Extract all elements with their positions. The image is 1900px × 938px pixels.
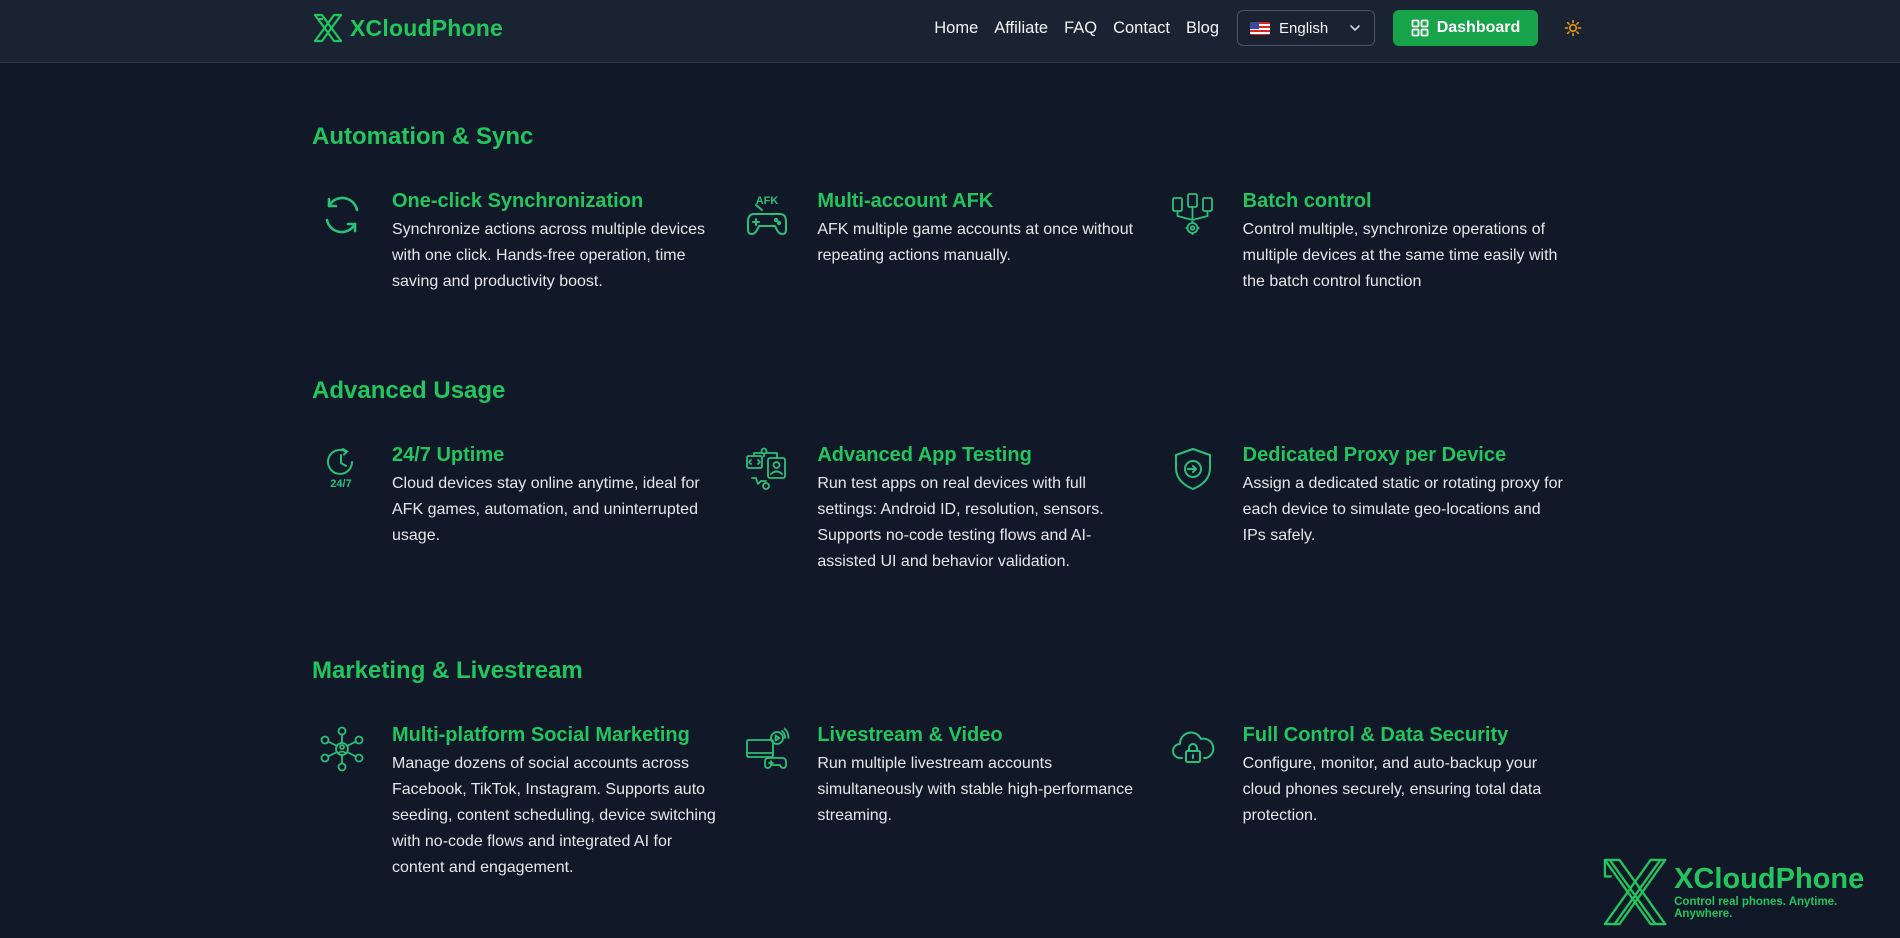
- brand-name: XCloudPhone: [350, 14, 503, 41]
- batch-devices-icon: [1171, 193, 1213, 235]
- dashboard-button[interactable]: Dashboard: [1393, 10, 1538, 46]
- feature-card: Full Control & Data Security Configure, …: [1163, 723, 1588, 881]
- theme-toggle[interactable]: [1562, 17, 1584, 39]
- feature-description: AFK multiple game accounts at once witho…: [817, 221, 1134, 264]
- nav-affiliate[interactable]: Affiliate: [994, 19, 1048, 38]
- features-grid-automation: One-click Synchronization Synchronize ac…: [312, 189, 1588, 295]
- feature-description: Synchronize actions across multiple devi…: [392, 221, 706, 290]
- feature-title: Full Control & Data Security: [1242, 724, 1509, 746]
- livestream-icon: [746, 727, 790, 769]
- feature-card: AFK Multi-account AFK AFK multiple game …: [737, 189, 1162, 295]
- feature-title: Dedicated Proxy per Device: [1242, 444, 1507, 466]
- dashboard-label: Dashboard: [1436, 19, 1521, 36]
- feature-title: 24/7 Uptime: [392, 444, 505, 466]
- svg-text:AFK: AFK: [756, 195, 779, 207]
- svg-text:24/7: 24/7: [330, 478, 351, 490]
- feature-title: Multi-platform Social Marketing: [392, 724, 690, 746]
- xcloudphone-large-logo-icon: [1603, 858, 1667, 926]
- main-nav: Home Affiliate FAQ Contact Blog English …: [934, 10, 1584, 46]
- floating-brand-tagline: Control real phones. Anytime. Anywhere.: [1674, 896, 1838, 920]
- nav-blog[interactable]: Blog: [1186, 19, 1219, 38]
- us-flag-icon: [1250, 21, 1270, 35]
- dashboard-grid-icon: [1411, 19, 1429, 37]
- proxy-shield-icon: [1174, 448, 1211, 490]
- feature-title: Batch control: [1242, 190, 1372, 212]
- app-testing-icon: [746, 447, 787, 490]
- feature-title: Livestream & Video: [817, 724, 1003, 746]
- nav-faq[interactable]: FAQ: [1064, 19, 1097, 38]
- xcloudphone-logo-icon: [313, 13, 343, 43]
- feature-card: Advanced App Testing Run test apps on re…: [737, 443, 1162, 575]
- floating-brand-logo: XCloudPhone Control real phones. Anytime…: [1602, 854, 1892, 930]
- feature-description: Assign a dedicated static or rotating pr…: [1242, 475, 1563, 544]
- chevron-down-icon: [1350, 25, 1360, 31]
- sun-icon: [1564, 19, 1582, 37]
- afk-gamepad-icon: AFK: [747, 195, 788, 235]
- top-navbar: XCloudPhone Home Affiliate FAQ Contact B…: [0, 0, 1900, 63]
- feature-description: Manage dozens of social accounts across …: [392, 755, 716, 876]
- nav-home[interactable]: Home: [934, 19, 978, 38]
- feature-description: Run test apps on real devices with full …: [817, 475, 1104, 570]
- sync-icon: [325, 196, 359, 234]
- features-grid-advanced: 24/7 24/7 Uptime Cloud devices stay onli…: [312, 443, 1588, 575]
- feature-description: Control multiple, synchronize operations…: [1242, 221, 1558, 290]
- feature-card: Livestream & Video Run multiple livestre…: [737, 723, 1162, 881]
- feature-description: Configure, monitor, and auto-backup your…: [1242, 755, 1542, 824]
- feature-description: Run multiple livestream accounts simulta…: [817, 755, 1134, 824]
- language-select[interactable]: English: [1237, 10, 1375, 46]
- uptime-clock-icon: 24/7: [327, 448, 353, 490]
- feature-description: Cloud devices stay online anytime, ideal…: [392, 475, 700, 544]
- social-network-icon: [320, 726, 364, 772]
- nav-contact[interactable]: Contact: [1113, 19, 1170, 38]
- cloud-lock-icon: [1171, 731, 1214, 763]
- feature-card: Batch control Control multiple, synchron…: [1163, 189, 1588, 295]
- features-grid-marketing: Multi-platform Social Marketing Manage d…: [312, 723, 1588, 881]
- feature-card: Dedicated Proxy per Device Assign a dedi…: [1163, 443, 1588, 575]
- brand-logo-link[interactable]: XCloudPhone: [312, 12, 503, 44]
- feature-card: Multi-platform Social Marketing Manage d…: [312, 723, 737, 881]
- feature-card: 24/7 24/7 Uptime Cloud devices stay onli…: [312, 443, 737, 575]
- feature-title: Multi-account AFK: [817, 190, 994, 212]
- feature-card: One-click Synchronization Synchronize ac…: [312, 189, 737, 295]
- feature-title: One-click Synchronization: [392, 190, 644, 212]
- language-label: English: [1279, 19, 1329, 37]
- section-title-automation: Automation & Sync: [312, 123, 534, 150]
- floating-brand-name: XCloudPhone: [1674, 863, 1865, 895]
- feature-title: Advanced App Testing: [817, 444, 1032, 466]
- section-title-marketing: Marketing & Livestream: [312, 657, 583, 684]
- section-title-advanced: Advanced Usage: [312, 377, 506, 404]
